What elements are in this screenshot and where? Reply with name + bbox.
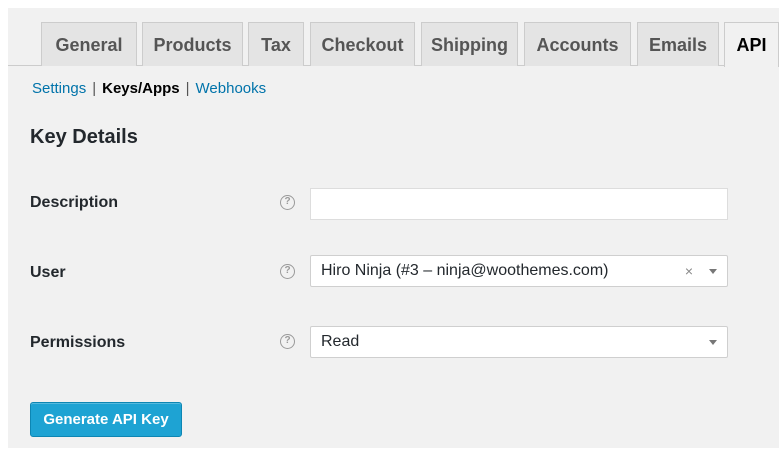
user-label: User [30, 264, 66, 281]
description-label: Description [30, 194, 119, 211]
permissions-label: Permissions [30, 334, 126, 351]
tab-shipping[interactable]: Shipping [421, 22, 518, 66]
permissions-select-value: Read [321, 333, 360, 350]
subnav-webhooks-link[interactable]: Webhooks [196, 80, 267, 97]
clear-icon[interactable]: × [685, 256, 693, 286]
user-select[interactable]: Hiro Ninja (#3 – ninja@woothemes.com) × [310, 255, 728, 287]
chevron-down-icon [709, 269, 717, 274]
tab-accounts[interactable]: Accounts [524, 22, 631, 66]
tab-general[interactable]: General [41, 22, 137, 66]
permissions-select[interactable]: Read [310, 326, 728, 358]
tab-emails[interactable]: Emails [637, 22, 719, 66]
description-help-icon[interactable]: ? [280, 195, 295, 210]
user-help-icon[interactable]: ? [280, 264, 295, 279]
chevron-down-icon [709, 340, 717, 345]
tab-products[interactable]: Products [142, 22, 243, 66]
subnav-settings-link[interactable]: Settings [32, 80, 86, 97]
subnav-separator: | [92, 80, 97, 97]
tab-api[interactable]: API [724, 22, 779, 67]
sub-navigation: Settings | Keys/Apps | Webhooks [32, 80, 266, 97]
subnav-separator: | [185, 80, 190, 97]
generate-api-key-button[interactable]: Generate API Key [30, 402, 182, 437]
permissions-help-icon[interactable]: ? [280, 334, 295, 349]
settings-panel: General Products Tax Checkout Shipping A… [8, 8, 779, 448]
user-select-value: Hiro Ninja (#3 – ninja@woothemes.com) [321, 262, 609, 279]
tab-tax[interactable]: Tax [248, 22, 304, 66]
subnav-keys-apps-current: Keys/Apps [102, 80, 180, 97]
tab-bar: General Products Tax Checkout Shipping A… [8, 8, 779, 67]
description-input[interactable] [310, 188, 728, 220]
section-title: Key Details [30, 126, 138, 148]
tab-checkout[interactable]: Checkout [310, 22, 415, 66]
